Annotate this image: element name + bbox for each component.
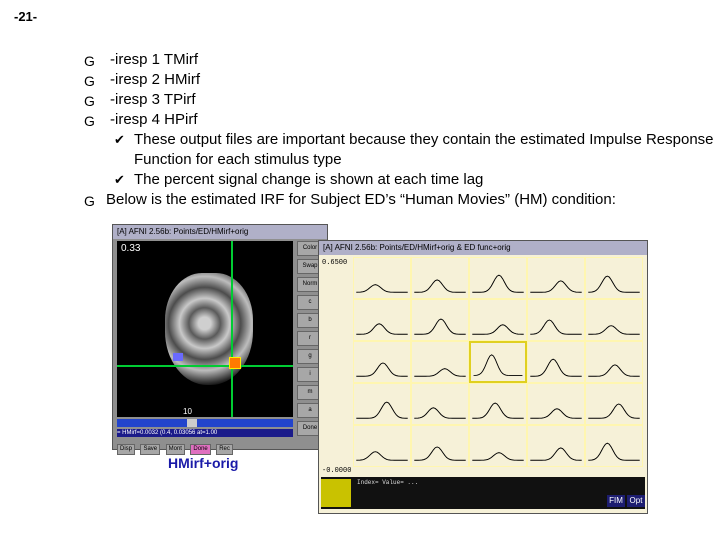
afni-image-viewer-window[interactable]: [A] AFNI 2.56b: Points/ED/HMirf+orig 0.3… [112,224,328,455]
bullet-g-icon: G [84,93,95,109]
graph-cell[interactable] [527,299,585,341]
slice-slider[interactable] [117,419,293,427]
graph-grid[interactable] [353,257,643,467]
graph-cell[interactable] [585,341,643,383]
brain-image[interactable]: 0.33 [117,241,293,417]
bullet-item: G -iresp 4 HPirf [84,111,198,129]
activation-blob [173,353,183,361]
status-text: Index= Value= ... [357,479,419,486]
opt-button[interactable]: Opt [627,495,645,507]
done-button[interactable]: Done [190,444,211,455]
bullet-list: G -iresp 1 TMirf G -iresp 2 HMirf G -iresp … [84,50,714,210]
graph-cell[interactable] [527,257,585,299]
status-bar: Index= Value= ... FIM Opt [321,477,645,509]
graph-cell[interactable] [411,257,469,299]
graph-cell[interactable] [411,425,469,467]
voxel-info: = HMirf=0.0032 (0.4, 0.03056 at=1.00 [117,429,293,437]
check-icon: ✔ [114,172,125,187]
graph-cell[interactable] [527,383,585,425]
slider-value: 10 [183,407,192,416]
graph-cell[interactable] [469,383,527,425]
graph-cell[interactable] [585,257,643,299]
slide-number: -21- [14,9,38,24]
crosshair-vertical [231,241,233,417]
graph-cell[interactable] [527,341,585,383]
graph-cell[interactable] [411,383,469,425]
bullet-item: G -iresp 1 TMirf [84,51,199,69]
graph-cell[interactable] [527,425,585,467]
afni-graph-window[interactable]: [A] AFNI 2.56b: Points/ED/HMirf+orig & E… [318,240,648,514]
graph-cell[interactable] [353,299,411,341]
check-icon: ✔ [114,132,125,147]
logo-block [321,479,351,507]
graph-cell[interactable] [469,257,527,299]
graph-cell[interactable] [411,341,469,383]
graph-cell[interactable] [411,299,469,341]
image-caption: HMirf+orig [168,455,239,471]
bullet-g-icon: G [84,53,95,69]
graph-cell[interactable] [353,341,411,383]
bottom-button-row: Disp Save Mont Done Rec [117,437,323,455]
crosshair-horizontal [117,365,293,367]
graph-cell[interactable] [585,425,643,467]
graph-cell[interactable] [585,383,643,425]
bullet-g-icon: G [84,113,95,129]
coordinate-readout: 0.33 [121,243,141,254]
window-title: [A] AFNI 2.56b: Points/ED/HMirf+orig [113,225,327,239]
mont-button[interactable]: Mont [165,444,185,455]
bullet-item: G -iresp 2 HMirf [84,71,201,89]
bullet-item: G -iresp 3 TPirf [84,91,196,109]
rec-button[interactable]: Rec [216,444,233,455]
bullet-g-icon: G [84,73,95,89]
bullet-item: G Below is the estimated IRF for Subject … [84,191,616,209]
window-title: [A] AFNI 2.56b: Points/ED/HMirf+orig & E… [319,241,647,255]
fim-button[interactable]: FIM [607,495,625,507]
graph-cell[interactable] [353,425,411,467]
graph-cell[interactable] [353,383,411,425]
sub-bullet-item: ✔ The percent signal change is shown at e… [114,171,484,188]
graph-ymax-label: 0.6500 [322,259,348,267]
bullet-g-icon: G [84,193,95,209]
save-button[interactable]: Save [140,444,161,455]
disp-button[interactable]: Disp [117,444,136,455]
slider-knob[interactable] [187,419,197,427]
sub-bullet-item: ✔ These output files are important becaus… [114,131,714,168]
graph-ymin-label: -0.0000 [322,467,352,475]
graph-cell[interactable] [469,299,527,341]
graph-cell[interactable] [585,299,643,341]
graph-cell[interactable] [353,257,411,299]
activation-voxel [229,357,241,369]
graph-cell[interactable] [469,341,527,383]
graph-cell[interactable] [469,425,527,467]
